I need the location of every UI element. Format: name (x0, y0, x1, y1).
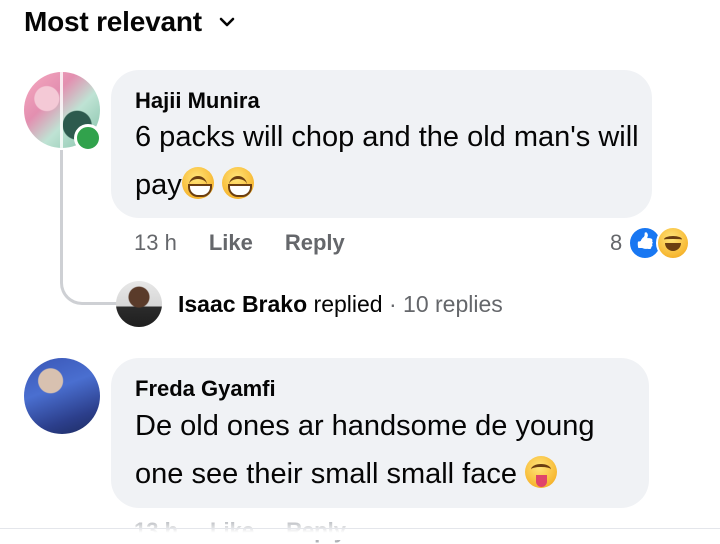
view-replies-link[interactable]: Isaac Brako replied · 10 replies (116, 281, 503, 327)
sort-dropdown[interactable]: Most relevant (24, 6, 238, 38)
comment-author[interactable]: Freda Gyamfi (135, 376, 276, 402)
comment-actions: 13 h Like Reply (134, 230, 345, 256)
reaction-count: 8 (610, 230, 623, 255)
replier-name: Isaac Brako (178, 290, 308, 317)
haha-reaction-icon (656, 226, 691, 260)
comment-text: De old ones ar handsome de young one see… (135, 402, 640, 498)
chevron-down-icon (219, 17, 235, 27)
comment-bubble[interactable]: Freda Gyamfi De old ones ar handsome de … (111, 358, 649, 508)
grinning-face-emoji-icon (181, 167, 214, 199)
reply-separator: · (388, 290, 397, 317)
like-button[interactable]: Like (209, 230, 253, 256)
bottom-divider (0, 528, 720, 529)
comment-text: 6 packs will chop and the old man's will… (135, 113, 640, 209)
sort-label: Most relevant (24, 6, 202, 37)
comment-bubble[interactable]: Hajii Munira 6 packs will chop and the o… (111, 70, 652, 218)
comment-author[interactable]: Hajii Munira (135, 88, 260, 114)
comment-timestamp[interactable]: 13 h (134, 230, 177, 256)
reaction-summary[interactable]: 8 (610, 226, 691, 260)
squinting-tongue-emoji-icon (525, 456, 558, 488)
avatar-divider (60, 72, 63, 148)
reply-button[interactable]: Reply (285, 230, 345, 256)
online-status-dot (74, 124, 102, 152)
grinning-face-emoji-icon (221, 167, 254, 199)
bottom-fade (0, 522, 720, 540)
reply-count: 10 replies (403, 290, 503, 317)
avatar (116, 281, 162, 327)
replied-label: replied (313, 290, 383, 317)
avatar[interactable] (24, 358, 100, 434)
